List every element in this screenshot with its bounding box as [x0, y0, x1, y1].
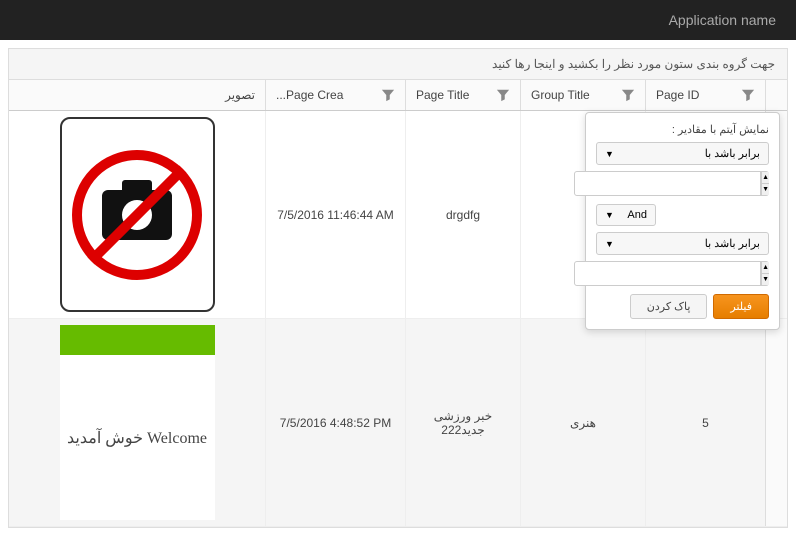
cell-group-title: هنری: [520, 319, 645, 526]
cell-page-title: خبر ورزشی جدید222: [405, 319, 520, 526]
filter-logic[interactable]: And ▼: [596, 204, 656, 226]
cell-image: Welcome خوش آمدید: [9, 319, 265, 526]
app-title: Application name: [669, 12, 776, 28]
header-page-title[interactable]: Page Title: [405, 80, 520, 110]
filter-operator-1[interactable]: برابر باشد با ▼: [596, 142, 769, 165]
header-label: Page ID: [656, 88, 699, 102]
header-label: Page Crea...: [276, 88, 343, 102]
welcome-text: Welcome خوش آمدید: [60, 355, 215, 520]
chevron-down-icon: ▼: [605, 210, 614, 220]
clear-button[interactable]: پاک کردن: [630, 294, 708, 319]
header-page-id[interactable]: Page ID: [645, 80, 765, 110]
navbar: Application name: [0, 0, 796, 40]
filter-icon[interactable]: [621, 88, 635, 102]
cell-date: 7/5/2016 11:46:44 AM: [265, 111, 405, 318]
header-page-created[interactable]: Page Crea...: [265, 80, 405, 110]
header-label: تصویر: [225, 88, 255, 102]
filter-icon[interactable]: [381, 88, 395, 102]
no-photo-thumbnail: [60, 117, 215, 312]
filter-value-1[interactable]: [574, 171, 761, 196]
group-panel[interactable]: جهت گروه بندی ستون مورد نظر را بکشید و ا…: [9, 49, 787, 80]
filter-value-1-wrap: ▲ ▼: [596, 171, 769, 196]
green-bar: [60, 325, 215, 355]
spinner-up[interactable]: ▲: [762, 172, 769, 184]
filter-button[interactable]: فیلتر: [713, 294, 769, 319]
chevron-down-icon: ▼: [605, 149, 614, 159]
filter-icon[interactable]: [741, 88, 755, 102]
filter-actions: فیلتر پاک کردن: [596, 294, 769, 319]
spinner-down[interactable]: ▼: [762, 274, 769, 285]
cell-image: [9, 111, 265, 318]
header-label: Group Title: [531, 88, 590, 102]
table-row[interactable]: 5 هنری خبر ورزشی جدید222 7/5/2016 4:48:5…: [9, 319, 787, 527]
cell-page-id: 5: [645, 319, 765, 526]
chevron-down-icon: ▼: [605, 239, 614, 249]
header-group-title[interactable]: Group Title: [520, 80, 645, 110]
spinner: ▲ ▼: [761, 171, 769, 196]
cell-date: 7/5/2016 4:48:52 PM: [265, 319, 405, 526]
spinner: ▲ ▼: [761, 261, 769, 286]
grid-header: Page ID Group Title Page Title Page Crea…: [9, 80, 787, 111]
header-label: Page Title: [416, 88, 469, 102]
filter-value-2[interactable]: [574, 261, 761, 286]
cell-page-title: drgdfg: [405, 111, 520, 318]
filter-popup: نمایش آیتم با مقادیر : برابر باشد با ▼ ▲…: [585, 112, 780, 330]
welcome-thumbnail: Welcome خوش آمدید: [60, 325, 215, 520]
filter-icon[interactable]: [496, 88, 510, 102]
header-image[interactable]: تصویر: [9, 80, 265, 110]
no-photo-icon: [72, 150, 202, 280]
spinner-down[interactable]: ▼: [762, 184, 769, 195]
camera-icon: [102, 190, 172, 240]
filter-operator-2[interactable]: برابر باشد با ▼: [596, 232, 769, 255]
row-handle-header: [765, 80, 787, 110]
row-handle[interactable]: [765, 319, 787, 526]
filter-value-2-wrap: ▲ ▼: [596, 261, 769, 286]
filter-header: نمایش آیتم با مقادیر :: [596, 123, 769, 136]
spinner-up[interactable]: ▲: [762, 262, 769, 274]
